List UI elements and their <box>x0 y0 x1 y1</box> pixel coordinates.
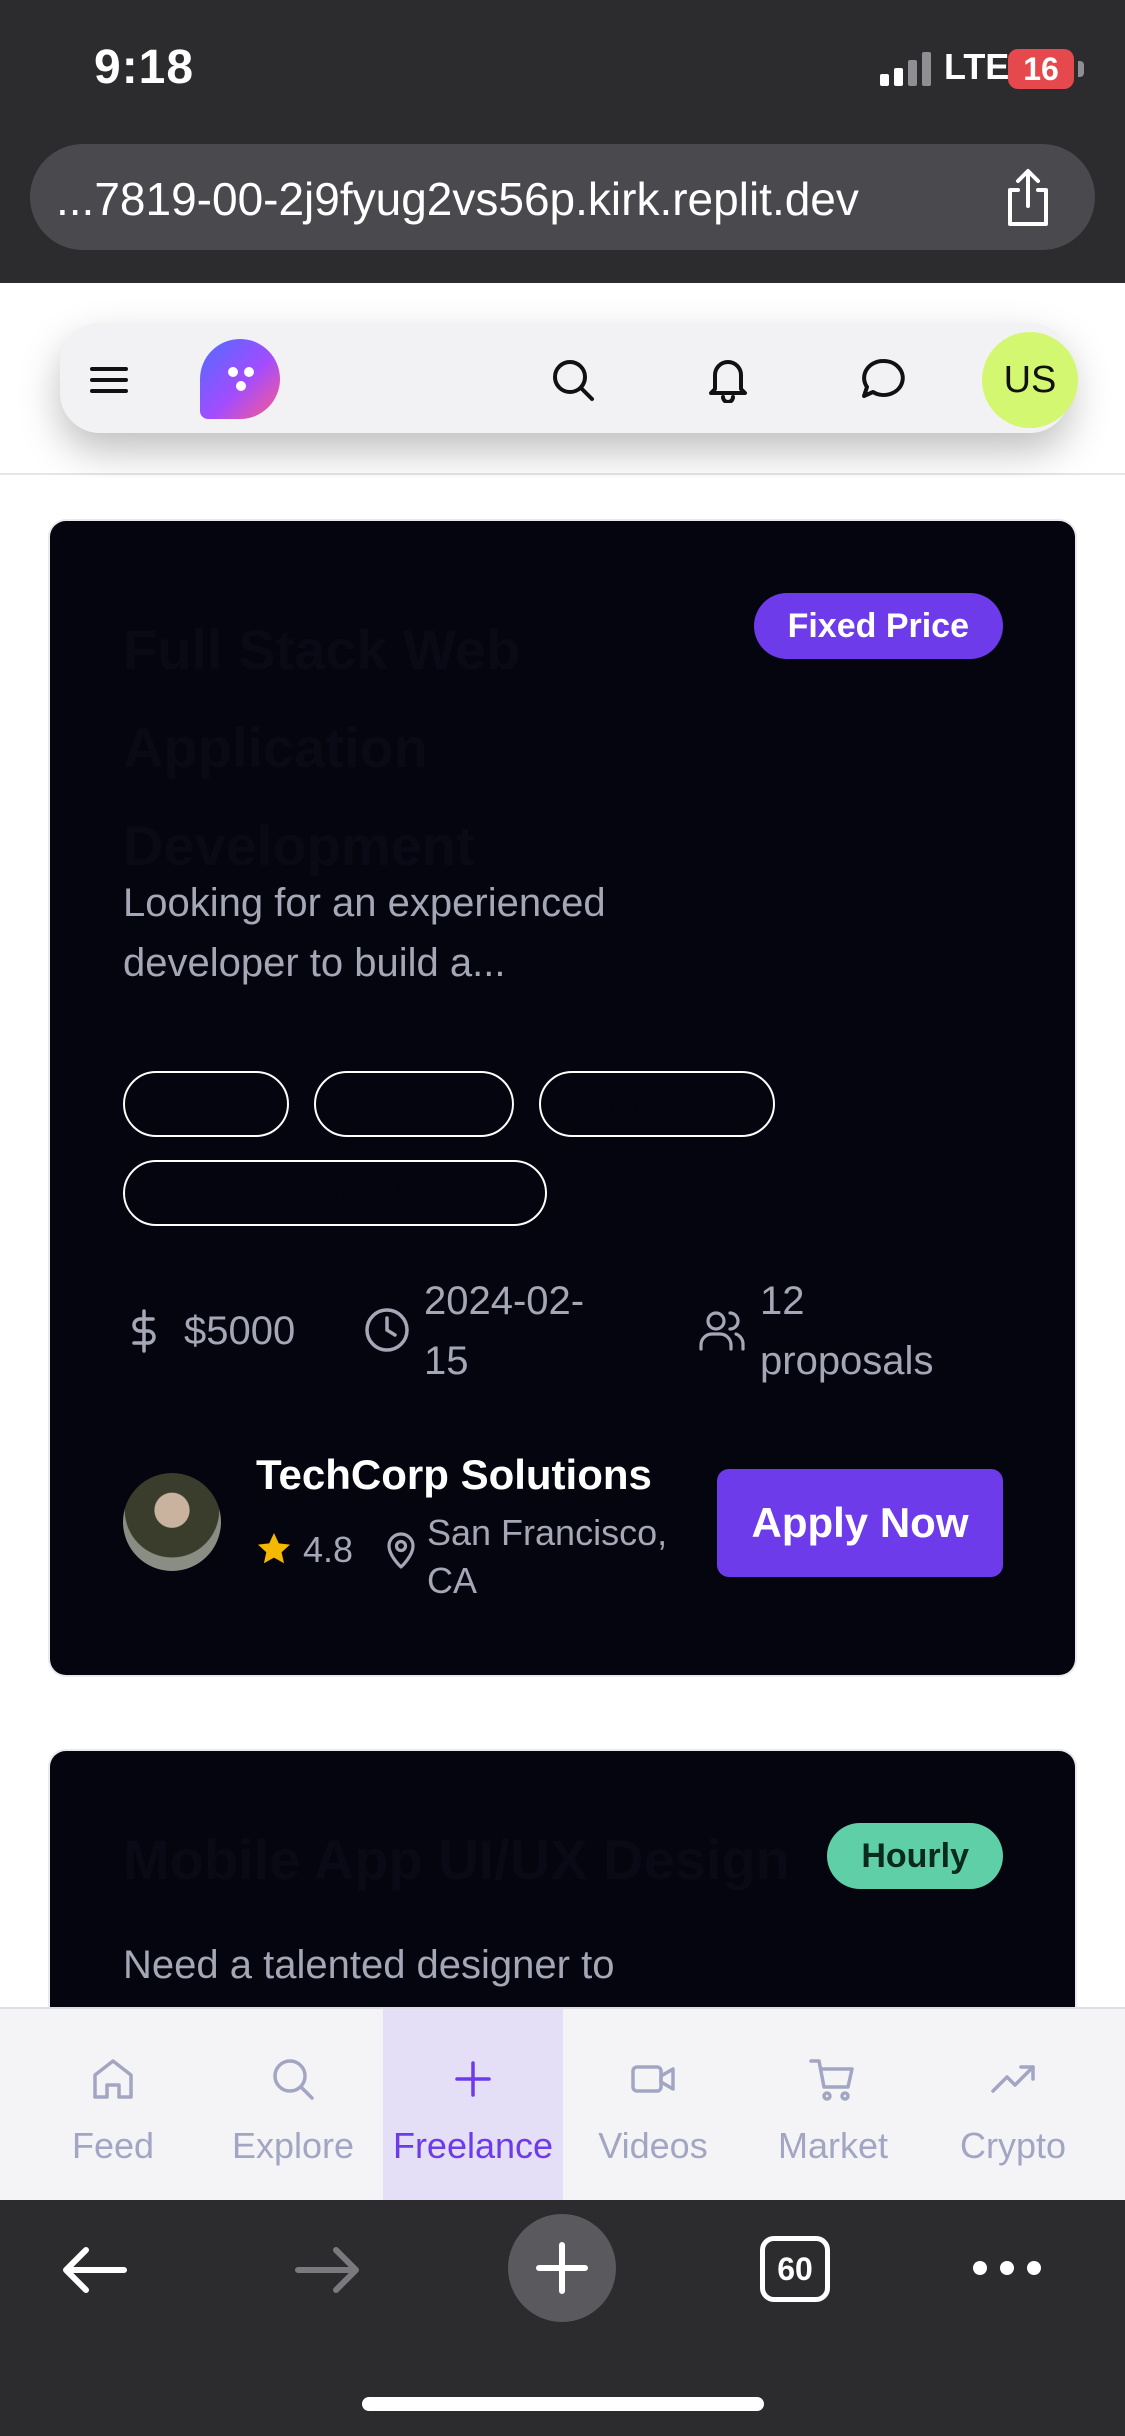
job-proposals: 12 proposals <box>699 1271 960 1391</box>
users-icon <box>699 1311 745 1351</box>
tab-label: Market <box>777 2125 889 2166</box>
tab-videos[interactable]: Videos <box>563 2009 743 2200</box>
skill-tag: React <box>123 1071 289 1137</box>
tab-explore[interactable]: Explore <box>203 2009 383 2200</box>
company-rating: 4.8 <box>303 1529 354 1570</box>
tab-label: Explore <box>231 2125 355 2166</box>
bell-icon[interactable] <box>703 353 753 403</box>
skill-tag: MongoDB <box>539 1071 775 1137</box>
search-icon[interactable] <box>548 355 598 405</box>
chat-logo-icon[interactable] <box>200 339 280 419</box>
job-description: Looking for an experienced developer to … <box>123 881 606 985</box>
status-bar: 9:18 LTE 16 <box>0 0 1125 140</box>
job-budget: $5000 <box>132 1301 296 1361</box>
tab-label: Freelance <box>392 2125 554 2166</box>
apply-now-button[interactable]: Apply Now <box>717 1469 1003 1577</box>
company-avatar[interactable] <box>123 1473 221 1571</box>
status-time: 9:18 <box>94 41 195 94</box>
home-indicator <box>362 2397 764 2411</box>
network-label: LTE <box>944 46 1010 87</box>
user-avatar[interactable]: US <box>982 332 1078 428</box>
dollar-icon <box>132 1309 156 1353</box>
company-name[interactable]: TechCorp Solutions <box>256 1451 652 1499</box>
job-type-badge: Fixed Price <box>753 593 1003 659</box>
job-title[interactable]: Mobile App UI/UX Design <box>123 1811 843 1909</box>
bottom-nav: Feed Explore Freelance Videos Market Cry… <box>0 2007 1125 2200</box>
share-icon[interactable] <box>996 166 1060 230</box>
tab-crypto[interactable]: Crypto <box>923 2009 1103 2200</box>
battery-nub <box>1078 61 1084 77</box>
job-deadline: 2024-02-15 <box>365 1271 614 1391</box>
trending-up-icon <box>991 2065 1035 2093</box>
company-location: San Francisco, CA <box>427 1512 668 1601</box>
tab-market[interactable]: Market <box>743 2009 923 2200</box>
tab-label: Videos <box>598 2125 708 2166</box>
plus-icon <box>536 2242 588 2294</box>
forward-arrow-icon[interactable] <box>292 2242 364 2298</box>
app-header: US <box>0 283 1125 475</box>
location-pin-icon <box>387 1532 415 1569</box>
message-icon[interactable] <box>858 355 908 405</box>
menu-icon[interactable] <box>84 355 134 405</box>
job-title[interactable]: Full Stack Web Application Development <box>123 601 683 895</box>
search-icon <box>273 2059 314 2100</box>
signal-icon <box>880 52 932 86</box>
cart-icon <box>809 2059 854 2101</box>
new-tab-button[interactable] <box>508 2214 616 2322</box>
job-card[interactable]: Hourly Mobile App UI/UX Design Need a ta… <box>50 1751 1075 2007</box>
skill-tag: TypeScript & APIs <box>123 1160 547 1226</box>
budget-value: $5000 <box>184 1309 296 1353</box>
battery-icon: 16 <box>1008 49 1074 89</box>
video-icon <box>631 2065 675 2093</box>
deadline-value: 2024-02-15 <box>424 1279 585 1383</box>
home-icon <box>93 2059 133 2099</box>
browser-address-area: ...7819-00-2j9fyug2vs56p.kirk.replit.dev <box>0 140 1125 283</box>
tab-label: Crypto <box>959 2125 1067 2166</box>
address-bar[interactable]: ...7819-00-2j9fyug2vs56p.kirk.replit.dev <box>30 144 1095 250</box>
job-description: Need a talented designer to <box>123 1943 615 1987</box>
tab-label: Feed <box>71 2125 155 2166</box>
tabs-count-button[interactable]: 60 <box>760 2236 830 2302</box>
proposals-value: 12 proposals <box>760 1279 934 1383</box>
tab-freelance[interactable]: Freelance <box>383 2009 563 2200</box>
plus-icon <box>455 2061 491 2097</box>
skill-tag: Node.js <box>314 1071 514 1137</box>
back-arrow-icon[interactable] <box>58 2242 130 2298</box>
more-icon[interactable] <box>970 2256 1044 2280</box>
job-type-badge: Hourly <box>827 1823 1003 1889</box>
tab-feed[interactable]: Feed <box>23 2009 203 2200</box>
url-text[interactable]: ...7819-00-2j9fyug2vs56p.kirk.replit.dev <box>56 172 1016 226</box>
job-card[interactable]: Fixed Price Full Stack Web Application D… <box>50 521 1075 1675</box>
job-feed[interactable]: Fixed Price Full Stack Web Application D… <box>0 477 1125 2007</box>
star-icon <box>258 1533 290 1564</box>
clock-icon <box>365 1308 409 1352</box>
